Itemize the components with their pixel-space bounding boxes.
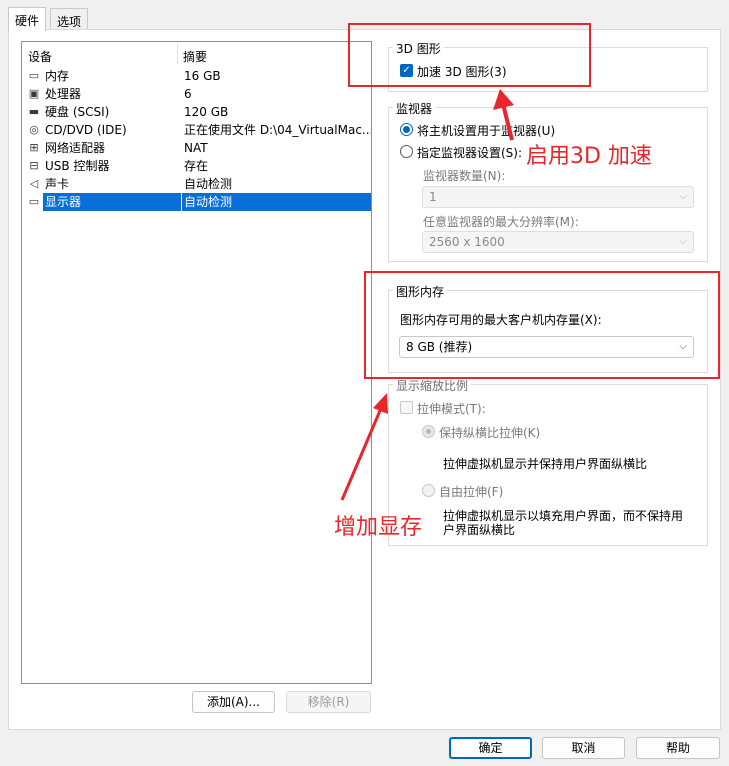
arrow-to-vram-head	[373, 393, 388, 414]
arrow-to-3d-head	[493, 89, 514, 110]
arrow-to-3d-shaft	[501, 103, 514, 141]
annotation-increase-vram: 增加显存	[334, 515, 423, 540]
annotation-enable-3d: 启用3D 加速	[526, 144, 652, 169]
tab-hardware[interactable]: 硬件	[8, 7, 47, 31]
annotation-arrows	[340, 89, 514, 501]
arrow-to-vram-shaft	[340, 405, 384, 501]
